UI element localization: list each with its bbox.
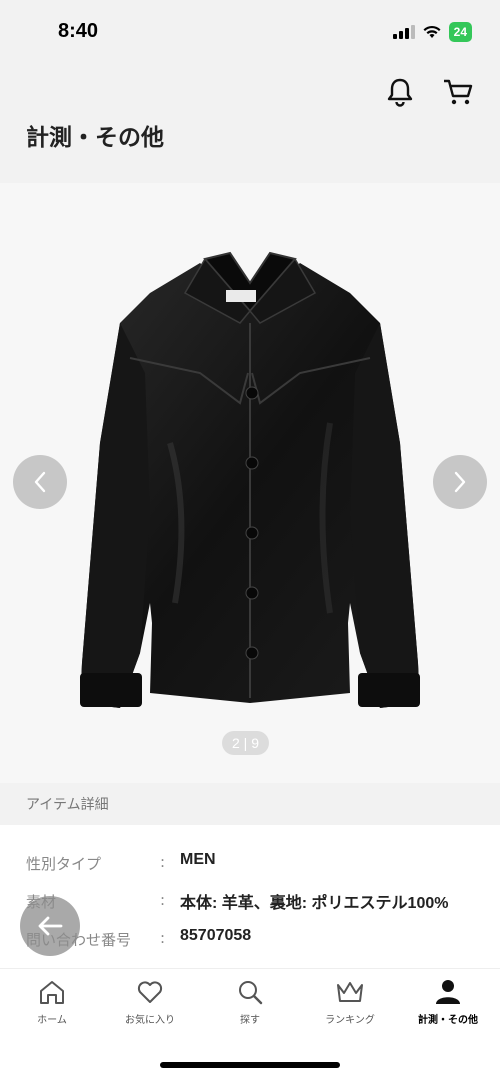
next-image-button[interactable] xyxy=(433,455,487,509)
page-title: 計測・その他 xyxy=(26,125,164,151)
person-icon xyxy=(436,980,460,1004)
crown-icon xyxy=(337,982,363,1002)
tab-label: ランキング xyxy=(325,1015,375,1026)
home-icon xyxy=(40,981,64,1004)
tab-ranking[interactable]: ランキング xyxy=(300,979,400,1039)
previous-image-button[interactable] xyxy=(13,455,67,509)
signal-icon xyxy=(392,25,415,39)
detail-value: 本体: 羊革、裏地: ポリエステル100% xyxy=(180,895,449,912)
detail-colon: : xyxy=(160,853,166,871)
tab-favorites[interactable]: お気に入り xyxy=(100,979,200,1039)
back-button[interactable] xyxy=(20,896,80,956)
tab-measurement-other[interactable]: 計測・その他 xyxy=(398,979,498,1039)
heart-icon xyxy=(137,981,163,1003)
search-icon xyxy=(239,981,263,1005)
chevron-right-icon xyxy=(454,471,466,493)
image-counter: 2 | 9 xyxy=(222,731,269,755)
section-title: アイテム詳細 xyxy=(26,797,109,813)
tab-label: お気に入り xyxy=(125,1015,175,1026)
chevron-left-icon xyxy=(34,471,46,493)
cart-icon[interactable] xyxy=(440,74,476,110)
arrow-left-icon xyxy=(38,916,63,936)
detail-label: 性別タイプ xyxy=(26,855,102,873)
wifi-icon xyxy=(423,25,441,38)
tab-label: ホーム xyxy=(37,1015,67,1026)
section-header: アイテム詳細 xyxy=(0,783,500,825)
product-image xyxy=(0,183,500,783)
status-icons: 24 xyxy=(392,22,472,42)
bell-icon[interactable] xyxy=(382,74,418,110)
detail-value: MEN xyxy=(180,851,216,868)
page-header: 計測・その他 xyxy=(0,68,500,183)
tab-label: 計測・その他 xyxy=(418,1015,478,1026)
detail-colon: : xyxy=(160,891,166,909)
tab-home[interactable]: ホーム xyxy=(2,979,102,1039)
home-indicator xyxy=(160,1062,340,1068)
status-time: 8:40 xyxy=(58,20,99,42)
status-bar: 8:40 24 xyxy=(0,0,500,68)
battery-indicator: 24 xyxy=(448,22,472,42)
product-gallery[interactable]: 2 | 9 xyxy=(0,183,500,783)
detail-colon: : xyxy=(160,929,166,947)
tab-search[interactable]: 探す xyxy=(200,979,300,1039)
detail-row: 性別タイプ : MEN xyxy=(0,843,500,881)
detail-value: 85707058 xyxy=(180,927,252,944)
tab-label: 探す xyxy=(240,1015,260,1026)
